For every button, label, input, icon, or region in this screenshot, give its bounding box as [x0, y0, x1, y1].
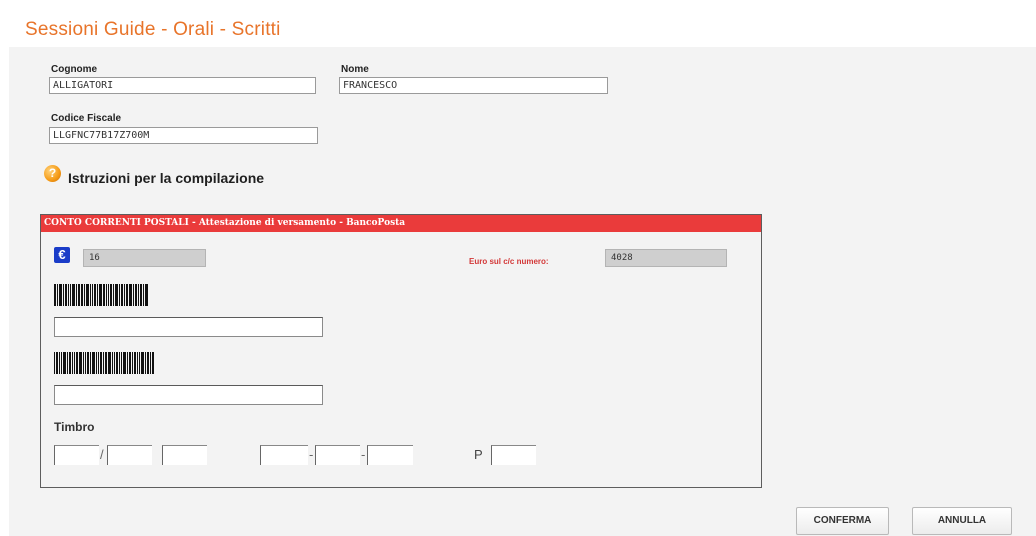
cognome-label: Cognome [51, 64, 98, 75]
barcode-input-2[interactable] [54, 385, 323, 405]
stamp-field-p[interactable] [491, 445, 536, 465]
stamp-field-month[interactable] [107, 445, 152, 465]
stamp-field-day[interactable] [54, 445, 99, 465]
stamp-separator: / [100, 447, 104, 462]
confirm-button[interactable]: CONFERMA [796, 507, 889, 535]
p-label: P [474, 447, 483, 462]
codice-fiscale-field[interactable]: LLGFNC77B17Z700M [49, 127, 318, 144]
cancel-button[interactable]: ANNULLA [912, 507, 1012, 535]
stamp-field-6[interactable] [367, 445, 413, 465]
barcode-icon [54, 284, 149, 306]
page: Sessioni Guide - Orali - Scritti Cognome… [0, 0, 1036, 536]
bollettino-header: CONTO CORRENTI POSTALI - Attestazione di… [41, 215, 761, 232]
help-icon[interactable]: ? [44, 165, 61, 182]
timbro-label: Timbro [54, 420, 95, 434]
stamp-field-5[interactable] [315, 445, 360, 465]
amount-field: 16 [83, 249, 206, 267]
account-number-field: 4028 [605, 249, 727, 267]
stamp-separator: - [309, 447, 314, 462]
help-link[interactable]: Istruzioni per la compilazione [68, 170, 264, 186]
barcode-input-1[interactable] [54, 317, 323, 337]
bollettino-box: CONTO CORRENTI POSTALI - Attestazione di… [40, 214, 762, 488]
nome-field[interactable]: FRANCESCO [339, 77, 608, 94]
barcode-icon [54, 352, 155, 374]
nome-label: Nome [341, 64, 369, 75]
codice-fiscale-label: Codice Fiscale [51, 113, 122, 124]
page-title: Sessioni Guide - Orali - Scritti [25, 19, 281, 40]
cognome-field[interactable]: ALLIGATORI [49, 77, 316, 94]
stamp-field-4[interactable] [260, 445, 308, 465]
stamp-separator: - [361, 447, 366, 462]
stamp-field-year[interactable] [162, 445, 207, 465]
euro-icon: € [54, 247, 70, 263]
account-label: Euro sul c/c numero: [469, 257, 549, 266]
